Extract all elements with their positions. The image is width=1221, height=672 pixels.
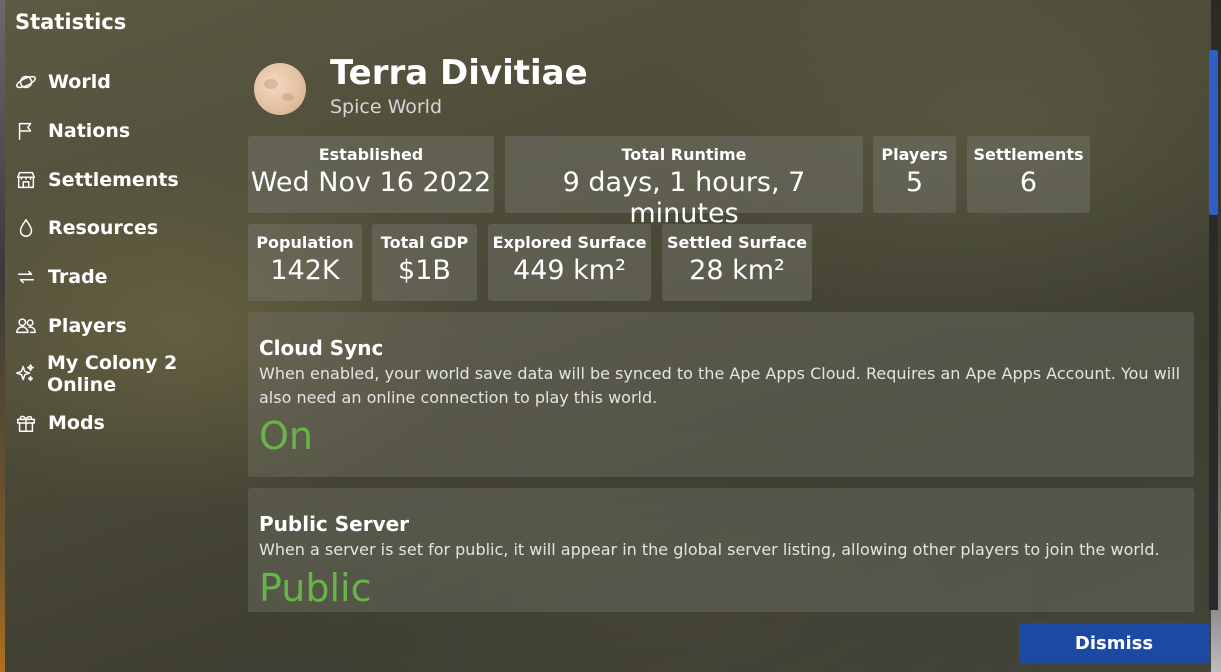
stat-label: Settlements	[973, 145, 1084, 164]
stat-value: 6	[1019, 167, 1038, 198]
stat-value: 449 km²	[513, 255, 626, 286]
sidebar-item-label: Resources	[48, 217, 159, 240]
public-server-toggle[interactable]: Public	[259, 566, 1184, 610]
stat-established: Established Wed Nov 16 2022	[248, 136, 494, 213]
sidebar-item-mods[interactable]: Mods	[14, 399, 244, 448]
sidebar-item-label: World	[48, 71, 111, 94]
sidebar-item-players[interactable]: Players	[14, 301, 244, 350]
stat-players: Players 5	[873, 136, 956, 213]
stat-label: Established	[318, 145, 424, 164]
cloud-sync-title: Cloud Sync	[259, 336, 384, 360]
stat-settled-surface: Settled Surface 28 km²	[662, 224, 812, 301]
gift-icon	[14, 411, 38, 435]
left-edge-strip	[0, 0, 5, 672]
public-server-title: Public Server	[259, 512, 410, 536]
public-server-card: Public Server When a server is set for p…	[248, 488, 1194, 612]
stat-explored-surface: Explored Surface 449 km²	[488, 224, 651, 301]
planet-icon	[14, 70, 38, 94]
dismiss-button[interactable]: Dismiss	[1019, 623, 1209, 663]
flag-icon	[14, 119, 38, 143]
world-header: Terra Divitiae Spice World	[254, 52, 588, 118]
stat-label: Players	[881, 145, 948, 164]
building-icon	[14, 168, 38, 192]
sidebar-item-nations[interactable]: Nations	[14, 107, 244, 156]
stat-label: Population	[256, 233, 354, 252]
users-icon	[14, 314, 38, 338]
exchange-icon	[14, 265, 38, 289]
sidebar-item-online[interactable]: My Colony 2 Online	[14, 350, 244, 399]
stat-total-gdp: Total GDP $1B	[372, 224, 477, 301]
world-name: Terra Divitiae	[330, 53, 588, 93]
stat-value: 9 days, 1 hours, 7 minutes	[562, 167, 806, 229]
sidebar-item-label: Trade	[48, 266, 108, 289]
window-title: Statistics	[15, 10, 127, 34]
cloud-sync-description: When enabled, your world save data will …	[259, 364, 1181, 407]
stat-label: Total GDP	[380, 233, 469, 252]
stat-value: 142K	[270, 255, 340, 286]
stat-value: 5	[905, 167, 924, 198]
sidebar: World Nations Settlements Resources Trad…	[14, 58, 244, 448]
scroll-clip: Public Server When a server is set for p…	[248, 488, 1194, 612]
droplet-icon	[14, 216, 38, 240]
sidebar-item-label: Nations	[48, 120, 131, 143]
stat-settlements: Settlements 6	[967, 136, 1090, 213]
sidebar-item-label: My Colony 2 Online	[46, 352, 178, 397]
world-type: Spice World	[330, 96, 443, 118]
sparkles-icon	[14, 362, 37, 386]
cloud-sync-toggle[interactable]: On	[259, 414, 1184, 458]
stat-label: Settled Surface	[667, 233, 807, 252]
stat-value: 28 km²	[689, 255, 785, 286]
public-server-description: When a server is set for public, it will…	[259, 540, 1160, 559]
sidebar-item-world[interactable]: World	[14, 58, 244, 107]
stat-value: Wed Nov 16 2022	[250, 167, 492, 198]
sidebar-item-label: Mods	[48, 412, 105, 435]
sidebar-item-trade[interactable]: Trade	[14, 253, 244, 302]
stat-label: Explored Surface	[492, 233, 647, 252]
stat-total-runtime: Total Runtime 9 days, 1 hours, 7 minutes	[505, 136, 863, 229]
planet-avatar-icon	[254, 63, 306, 115]
cloud-sync-card: Cloud Sync When enabled, your world save…	[248, 312, 1194, 477]
sidebar-item-label: Players	[48, 314, 127, 337]
sidebar-item-resources[interactable]: Resources	[14, 204, 244, 253]
stat-population: Population 142K	[248, 224, 362, 301]
stat-label: Total Runtime	[621, 145, 747, 164]
stat-value: $1B	[398, 255, 451, 286]
sidebar-item-label: Settlements	[48, 168, 179, 191]
sidebar-item-settlements[interactable]: Settlements	[14, 155, 244, 204]
scrollbar-thumb[interactable]	[1209, 50, 1218, 215]
